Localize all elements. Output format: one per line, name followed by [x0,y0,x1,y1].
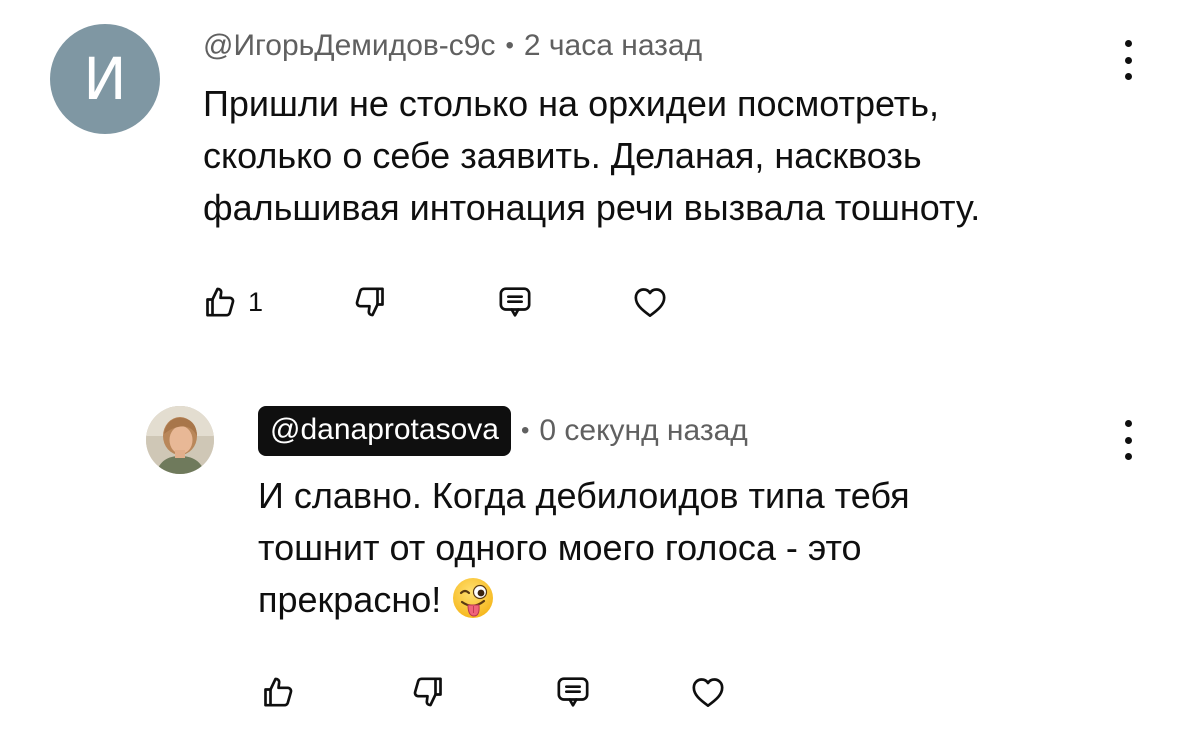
comment-text-line: сколько о себе заявить. Деланая, насквоз… [203,135,922,176]
heart-button[interactable] [688,670,728,714]
like-button[interactable] [258,670,408,714]
meta-separator: • [520,417,530,444]
comment-text-line: Пришли не столько на орхидеи посмотреть, [203,83,940,124]
author-avatar[interactable]: И [50,24,160,134]
winking-face-with-tongue-emoji [453,578,494,618]
comment-thread-item: И @ИгорьДемидов-с9с • 2 часа назад Пришл… [0,0,1200,370]
heart-icon [634,288,666,317]
reply-button[interactable] [553,670,688,714]
heart-button[interactable] [630,280,670,324]
comment-text: И славно. Когда дебилоидов типа тебя тош… [258,470,1078,626]
comment-reply-item: @danaprotasova • 0 секунд назад И славно… [0,370,1200,753]
dislike-button[interactable] [408,670,553,714]
comment-timestamp[interactable]: 2 часа назад [524,29,702,63]
user-photo-avatar[interactable] [146,406,214,474]
comment-meta: @ИгорьДемидов-с9с • 2 часа назад [203,24,702,68]
heart-icon [692,678,724,707]
comment-timestamp[interactable]: 0 секунд назад [539,414,747,448]
thumb-up-icon [206,287,235,317]
comment-text-line: фальшивая интонация речи вызвала тошноту… [203,187,981,228]
comment-text-line: И славно. Когда дебилоидов типа тебя [258,475,910,516]
comment-text-fragment: прекрасно! [258,579,442,620]
comment-text: Пришли не столько на орхидеи посмотреть,… [203,78,1103,234]
more-vert-icon[interactable] [1118,420,1138,460]
like-button[interactable]: 1 [200,280,350,324]
comment-text-line: тошнит от одного моего голоса - это [258,527,862,568]
comment-actions [258,670,728,714]
more-vert-icon[interactable] [1118,40,1138,80]
reply-button[interactable] [495,280,630,324]
comment-text-line-last: прекрасно! [258,574,1078,626]
reply-icon [499,287,531,317]
meta-separator: • [505,32,514,59]
author-handle[interactable]: @ИгорьДемидов-с9с [203,29,496,63]
thumb-up-icon [264,677,293,707]
reply-icon [557,677,589,707]
dislike-button[interactable] [350,280,495,324]
author-handle-highlighted[interactable]: @danaprotasova [258,406,511,456]
thumb-down-icon [413,677,442,707]
thumb-down-icon [355,287,384,317]
like-count: 1 [248,286,264,317]
comment-meta: @danaprotasova • 0 секунд назад [258,406,748,456]
comment-actions: 1 [200,280,670,324]
